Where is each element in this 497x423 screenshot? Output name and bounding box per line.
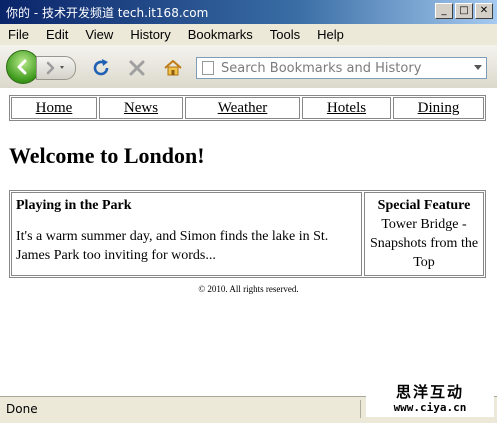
menu-file[interactable]: File xyxy=(0,27,38,42)
nav-link-news[interactable]: News xyxy=(124,100,158,117)
back-button[interactable] xyxy=(6,50,40,84)
story-body: It's a warm summer day, and Simon finds … xyxy=(16,229,329,263)
dropdown-icon xyxy=(60,66,64,69)
window-title: 你的 - 技术开发频道 tech.it168.com xyxy=(6,6,209,20)
minimize-button[interactable]: _ xyxy=(435,3,453,19)
copyright-footer: © 2010. All rights reserved. xyxy=(198,284,299,294)
nav-link-dining[interactable]: Dining xyxy=(418,100,460,117)
nav-cell-hotels: Hotels xyxy=(302,97,391,119)
page-heading: Welcome to London! xyxy=(9,143,205,168)
feature-title: Special Feature xyxy=(377,198,471,213)
menu-edit[interactable]: Edit xyxy=(38,27,77,42)
nav-link-weather[interactable]: Weather xyxy=(218,100,268,117)
navigation-toolbar xyxy=(0,45,497,89)
content-table: Playing in the Park It's a warm summer d… xyxy=(9,190,486,278)
page-icon xyxy=(202,61,214,75)
close-button[interactable]: ✕ xyxy=(475,3,493,19)
menu-bar: File Edit View History Bookmarks Tools H… xyxy=(0,24,497,45)
stop-icon[interactable] xyxy=(126,57,148,79)
story-cell: Playing in the Park It's a warm summer d… xyxy=(11,192,362,276)
nav-link-home[interactable]: Home xyxy=(36,100,73,117)
back-icon xyxy=(17,59,27,75)
menu-history[interactable]: History xyxy=(122,27,179,42)
menu-tools[interactable]: Tools xyxy=(262,27,309,42)
nav-cell-news: News xyxy=(99,97,183,119)
feature-cell: Special Feature Tower Bridge - Snapshots… xyxy=(364,192,484,276)
status-divider xyxy=(360,400,361,418)
story-title: Playing in the Park xyxy=(16,198,132,213)
maximize-button[interactable]: □ xyxy=(455,3,473,19)
menu-bookmarks[interactable]: Bookmarks xyxy=(180,27,262,42)
site-navigation: Home News Weather Hotels Dining xyxy=(9,95,486,121)
forward-icon xyxy=(46,61,64,75)
watermark-name: 思洋互动 xyxy=(395,383,464,401)
web-content: Home News Weather Hotels Dining Welcome … xyxy=(0,88,497,396)
nav-cell-home: Home xyxy=(11,97,97,119)
nav-cell-weather: Weather xyxy=(185,97,300,119)
search-input[interactable] xyxy=(221,59,466,77)
address-dropdown-icon[interactable] xyxy=(474,65,482,70)
watermark-logo: 思洋互动 www.ciya.cn xyxy=(366,381,494,417)
nav-link-hotels[interactable]: Hotels xyxy=(327,100,366,117)
status-text: Done xyxy=(6,402,38,416)
menu-help[interactable]: Help xyxy=(309,27,353,42)
forward-button[interactable] xyxy=(36,56,76,80)
menu-view[interactable]: View xyxy=(77,27,122,42)
address-bar[interactable] xyxy=(196,57,487,79)
watermark-url: www.ciya.cn xyxy=(393,401,467,414)
feature-body: Tower Bridge - Snapshots from the Top xyxy=(369,217,479,270)
nav-cell-dining: Dining xyxy=(393,97,484,119)
reload-icon[interactable] xyxy=(90,57,112,79)
title-bar: 你的 - 技术开发频道 tech.it168.com _ □ ✕ xyxy=(0,0,497,24)
home-icon[interactable] xyxy=(162,57,184,79)
window-controls: _ □ ✕ xyxy=(435,3,493,19)
